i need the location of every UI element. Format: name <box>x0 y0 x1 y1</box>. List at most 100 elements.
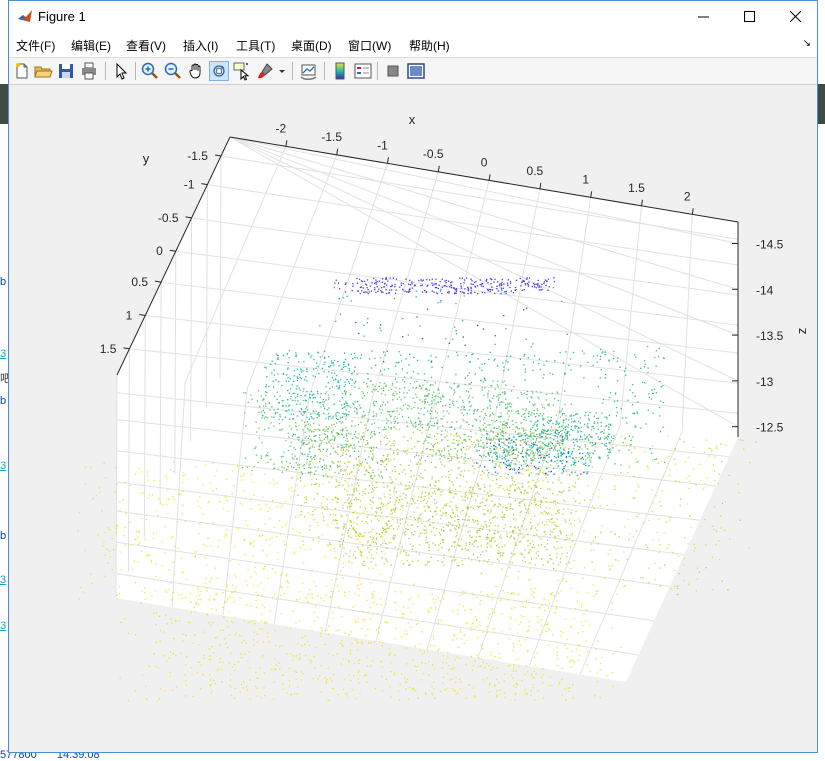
point <box>586 664 588 666</box>
point <box>420 388 422 390</box>
point <box>355 489 357 491</box>
point <box>303 562 305 564</box>
point <box>472 397 474 399</box>
point <box>181 557 183 560</box>
axes-3d[interactable]: -2-1.5-1-0.500.511.52 -1.5-1-0.500.511.5… <box>9 85 817 753</box>
point <box>406 488 408 490</box>
point <box>562 424 564 426</box>
point <box>544 456 546 459</box>
point <box>497 399 499 401</box>
menu-dock-arrow-icon[interactable]: ↘ <box>803 38 811 49</box>
point <box>313 581 315 583</box>
point <box>448 453 450 455</box>
point <box>389 513 392 515</box>
point <box>521 450 523 452</box>
point <box>573 524 575 526</box>
menu-file[interactable]: 文件(F) <box>16 37 55 54</box>
link-plot-icon[interactable] <box>299 61 319 81</box>
point <box>474 660 476 662</box>
point <box>432 638 435 640</box>
point <box>484 387 486 389</box>
point <box>396 519 398 521</box>
menu-view[interactable]: 查看(V) <box>126 37 166 54</box>
point <box>514 463 516 465</box>
point <box>588 439 590 441</box>
point <box>342 577 345 579</box>
point <box>390 444 392 447</box>
point <box>296 385 298 387</box>
point <box>566 656 568 658</box>
select-arrow-icon[interactable] <box>111 61 131 81</box>
point <box>583 567 586 569</box>
point <box>288 680 291 682</box>
menu-insert[interactable]: 插入(I) <box>183 37 218 54</box>
close-button[interactable] <box>772 1 818 32</box>
point <box>212 462 214 464</box>
pan-hand-icon[interactable] <box>186 61 206 81</box>
open-file-icon[interactable] <box>33 61 53 81</box>
show-plot-tools-icon[interactable] <box>406 61 426 81</box>
point <box>353 352 356 354</box>
point <box>454 520 456 522</box>
point <box>375 515 377 517</box>
zoom-in-icon[interactable] <box>140 61 160 81</box>
point <box>350 536 352 538</box>
maximize-button[interactable] <box>726 1 772 32</box>
point <box>347 485 350 487</box>
point <box>437 388 439 390</box>
point <box>265 367 268 369</box>
point <box>578 420 580 423</box>
point <box>476 626 478 628</box>
point <box>482 679 484 681</box>
menu-help[interactable]: 帮助(H) <box>409 37 450 54</box>
zoom-out-icon[interactable] <box>163 61 183 81</box>
print-icon[interactable] <box>79 61 99 81</box>
new-figure-icon[interactable] <box>12 61 32 81</box>
point <box>246 688 248 691</box>
point <box>551 430 553 432</box>
point <box>289 378 291 380</box>
point <box>587 453 589 455</box>
point <box>123 617 126 620</box>
rotate-3d-icon[interactable] <box>209 61 229 81</box>
point <box>502 446 504 448</box>
menu-window[interactable]: 窗口(W) <box>348 37 391 54</box>
point <box>531 446 533 448</box>
menu-desktop[interactable]: 桌面(D) <box>291 37 332 54</box>
point <box>658 518 660 520</box>
legend-icon[interactable] <box>353 61 373 81</box>
point <box>541 521 544 524</box>
point <box>627 471 629 474</box>
point <box>103 462 105 464</box>
point <box>537 524 539 526</box>
menu-tools[interactable]: 工具(T) <box>236 37 275 54</box>
data-cursor-icon[interactable] <box>232 61 252 81</box>
point <box>696 578 699 580</box>
brush-dropdown-icon[interactable] <box>278 66 286 76</box>
point <box>500 421 502 423</box>
point <box>312 410 314 412</box>
point <box>634 447 636 449</box>
point <box>477 529 480 531</box>
colorbar-icon[interactable] <box>330 61 350 81</box>
hide-plot-tools-icon[interactable] <box>383 61 403 81</box>
save-icon[interactable] <box>56 61 76 81</box>
menu-edit[interactable]: 编辑(E) <box>71 37 111 54</box>
point <box>486 534 489 536</box>
point <box>458 440 460 442</box>
point <box>287 469 289 471</box>
point <box>338 380 340 383</box>
point <box>487 476 489 478</box>
point <box>507 591 509 593</box>
point <box>452 639 454 641</box>
point <box>157 700 159 702</box>
point <box>221 681 223 683</box>
point <box>295 671 297 673</box>
point <box>154 665 157 668</box>
brush-icon[interactable] <box>255 61 275 81</box>
point <box>495 545 498 547</box>
minimize-button[interactable] <box>680 1 726 32</box>
point <box>490 509 492 511</box>
title-bar[interactable]: Figure 1 <box>9 1 817 32</box>
point <box>321 630 323 632</box>
